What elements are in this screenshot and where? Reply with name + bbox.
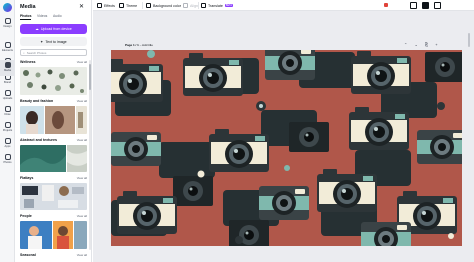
text-to-image-button[interactable]: ✦ Text to image [20, 37, 87, 46]
color-swatch[interactable] [384, 3, 388, 7]
editor-app: Design Elements Text Brand Uploads Draw … [0, 0, 474, 262]
workspace-scrollbar[interactable] [468, 33, 470, 47]
close-icon[interactable]: ✕ [79, 3, 84, 10]
section-header: Beauty and fashion View all [20, 99, 87, 103]
view-all-link[interactable]: View all [77, 138, 87, 142]
left-rail: Design Elements Text Brand Uploads Draw … [0, 0, 15, 262]
toolbar-divider [142, 2, 143, 9]
grid-icon[interactable] [410, 2, 417, 9]
background-color-button[interactable]: Background color [146, 2, 181, 9]
beta-badge: BETA [224, 4, 233, 7]
translate-icon [201, 3, 206, 8]
view-all-link[interactable]: View all [77, 214, 87, 218]
theme-button[interactable]: Theme [119, 2, 137, 9]
effects-button[interactable]: Effects [97, 2, 115, 9]
tab-photos[interactable]: Photos [20, 14, 32, 18]
position-icon[interactable] [422, 2, 429, 9]
abstract-thumbnail[interactable] [20, 145, 87, 172]
rail-design[interactable]: Design [0, 16, 15, 32]
design-canvas[interactable] [111, 50, 462, 246]
section-header: Abstract and textures View all [20, 138, 87, 142]
folder-icon [4, 122, 11, 128]
panel-scrollbar-thumb[interactable] [89, 64, 91, 90]
view-all-link[interactable]: View all [77, 99, 87, 103]
search-icon: ⌕ [23, 50, 25, 55]
page-label[interactable]: Page 1 / 1 – Add title [125, 43, 153, 47]
tab-audio[interactable]: Audio [53, 14, 62, 18]
rail-media-active[interactable]: Media [0, 60, 15, 76]
rail-elements[interactable]: Elements [0, 40, 15, 56]
flatlays-thumbnail[interactable] [20, 183, 87, 210]
palette-icon [119, 3, 124, 8]
section-header: Wellness View all [20, 60, 87, 64]
effects-icon [97, 3, 102, 8]
media-panel: Media ✕ Photos Videos Audio ☁ Upload fro… [15, 0, 92, 262]
section-header: People View all [20, 214, 87, 218]
fill-icon [146, 3, 151, 8]
beauty-thumbnail[interactable] [20, 106, 87, 134]
search-input[interactable]: ⌕ Search Photos [20, 49, 87, 56]
toolbar-divider [198, 2, 199, 9]
panel-title: Media [20, 4, 36, 10]
photo-icon [4, 154, 11, 160]
align-button[interactable]: Align [183, 2, 198, 9]
tab-videos[interactable]: Videos [37, 14, 47, 18]
view-all-link[interactable]: View all [77, 60, 87, 64]
align-icon [183, 3, 188, 8]
translate-button[interactable]: Translate BETA [201, 2, 233, 9]
page-actions[interactable]: ⌃ ⌄ ⎘ + [404, 42, 441, 47]
view-all-link[interactable]: View all [77, 176, 87, 180]
rail-photos[interactable]: Photos [0, 152, 15, 168]
people-thumbnail[interactable] [20, 221, 87, 249]
sparkle-icon: ✦ [40, 39, 44, 44]
layout-icon [4, 18, 11, 24]
view-all-link[interactable]: View all [77, 253, 87, 257]
section-header: Seasonal View all [20, 253, 87, 257]
rail-apps[interactable]: Apps [0, 136, 15, 152]
active-tab-indicator [20, 19, 31, 20]
upload-from-device-button[interactable]: ☁ Upload from device [20, 24, 87, 34]
shapes-icon [4, 42, 11, 48]
rail-projects[interactable]: Projects [0, 120, 15, 136]
apps-icon [4, 138, 11, 144]
wellness-thumbnail[interactable] [20, 67, 87, 95]
media-icon [4, 62, 11, 68]
section-header: Flatlays View all [20, 176, 87, 180]
more-icon[interactable] [434, 2, 441, 9]
app-logo-icon[interactable] [3, 3, 12, 12]
cloud-upload-icon: ☁ [35, 27, 39, 31]
rail-draw[interactable]: Draw [0, 104, 15, 120]
pen-icon [4, 106, 11, 112]
upload-icon [4, 90, 11, 96]
rail-uploads[interactable]: Uploads [0, 88, 15, 104]
